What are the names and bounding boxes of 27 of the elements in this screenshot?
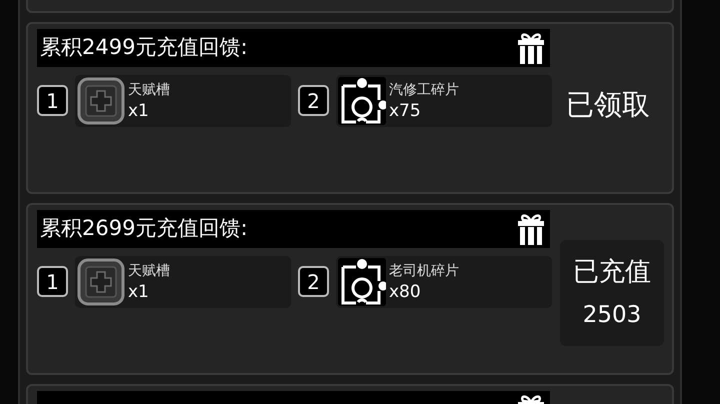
item-name: 天赋槽 <box>128 262 170 281</box>
item-count: x1 <box>128 281 150 303</box>
reward-item[interactable]: 天赋槽 x1 <box>75 75 291 127</box>
item-name: 汽修工碎片 <box>389 81 459 100</box>
gift-icon <box>516 213 546 245</box>
slot-icon[interactable] <box>77 77 125 125</box>
slot-icon[interactable] <box>77 258 125 306</box>
reward-item[interactable]: 汽修工碎片 x75 <box>336 75 552 127</box>
reward-item[interactable]: 老司机碎片 x80 <box>336 256 552 308</box>
puzzle-piece-icon[interactable] <box>338 258 386 306</box>
reward-item[interactable]: 天赋槽 x1 <box>75 256 291 308</box>
gift-icon <box>516 32 546 64</box>
tier-title: 累积2499元充值回馈: <box>40 34 248 62</box>
index-badge: 2 <box>298 85 329 116</box>
item-name: 老司机碎片 <box>389 262 459 281</box>
recharge-amount: 2503 <box>582 301 642 330</box>
tier-title: 累积2699元充值回馈: <box>40 215 248 242</box>
puzzle-piece-icon[interactable] <box>338 77 386 125</box>
index-badge: 2 <box>298 266 329 297</box>
item-name: 天赋槽 <box>128 81 170 100</box>
item-count: x75 <box>389 100 422 122</box>
index-badge: 1 <box>37 266 68 297</box>
index-badge: 1 <box>37 85 68 116</box>
item-count: x80 <box>389 281 422 303</box>
recharge-label: 已充值 <box>573 256 651 290</box>
claimed-label: 已领取 <box>566 87 650 123</box>
item-count: x1 <box>128 100 150 122</box>
